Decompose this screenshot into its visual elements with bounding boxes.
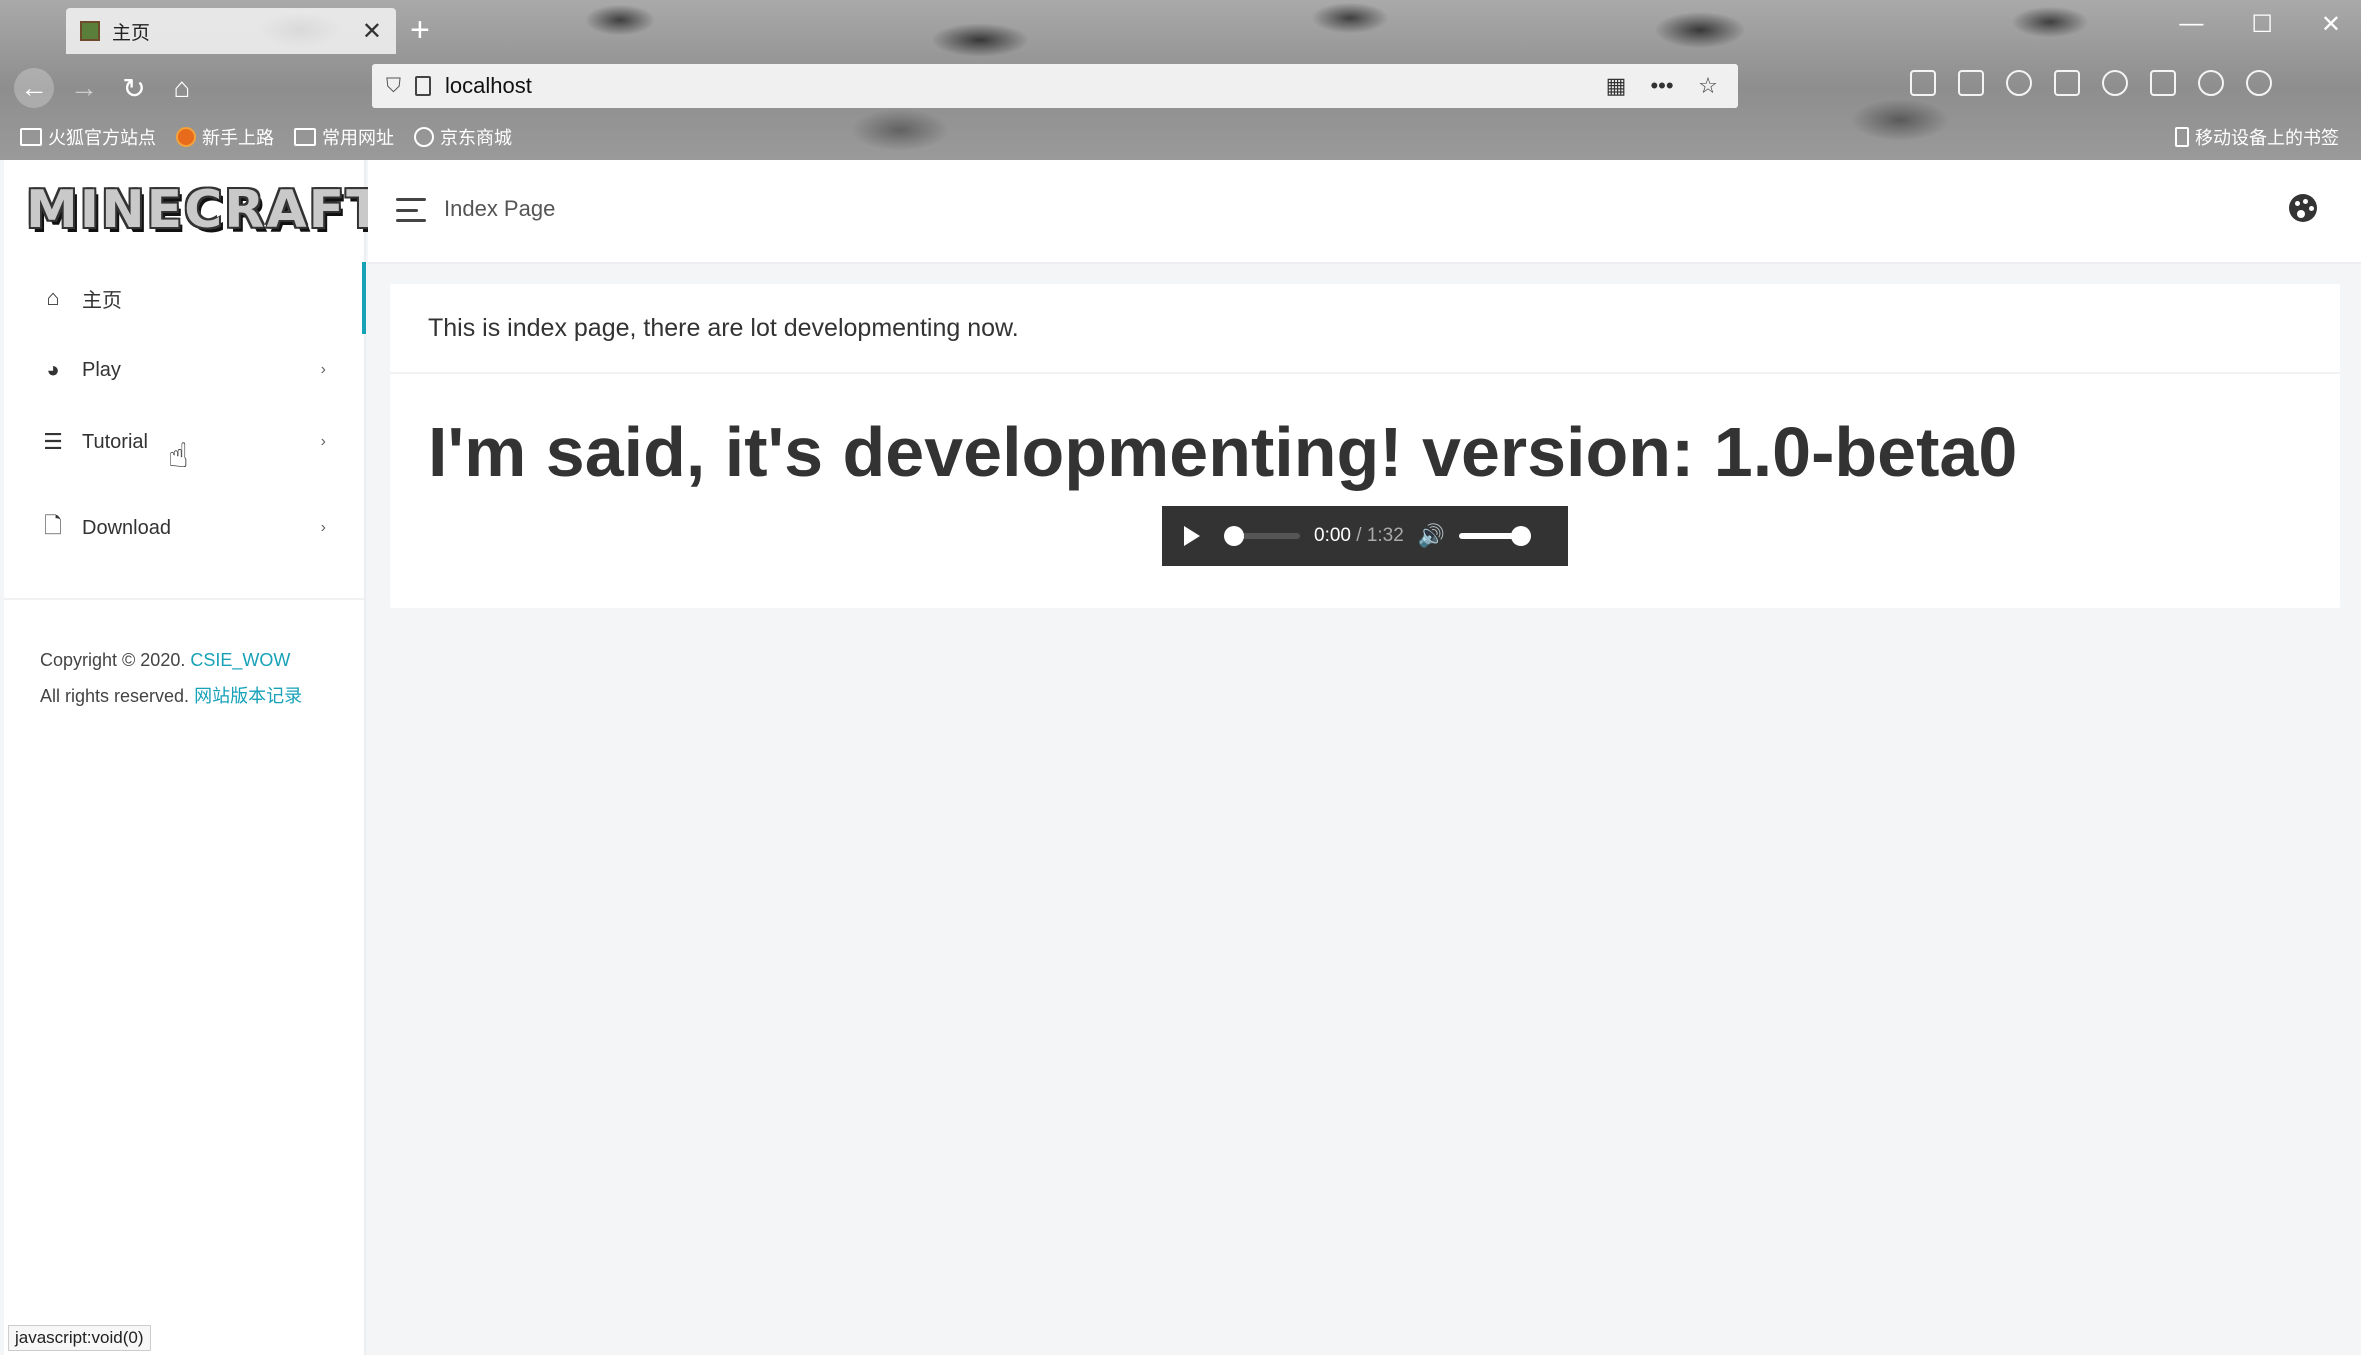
new-tab-button[interactable]: + (410, 12, 430, 48)
close-tab-icon[interactable]: ✕ (362, 17, 382, 46)
more-actions-icon[interactable]: ••• (1646, 73, 1678, 99)
folder-icon (294, 128, 316, 146)
sidebar-item-play[interactable]: ◕ Play › (4, 334, 366, 406)
status-bar: javascript:void(0) (8, 1325, 151, 1351)
settings-icon[interactable] (2246, 70, 2272, 96)
sync-icon[interactable] (2102, 70, 2128, 96)
sidebar: MINECRAFT ⌂ 主页 ◕ Play › ☰ Tutorial › 🗋 D… (4, 160, 382, 1355)
sidebar-item-label: Play (82, 358, 121, 381)
account-icon[interactable] (2006, 70, 2032, 96)
forward-button[interactable]: → (64, 68, 104, 108)
version-history-link[interactable]: 网站版本记录 (194, 686, 302, 706)
home-icon: ⌂ (46, 285, 60, 310)
chevron-right-icon: › (320, 519, 326, 536)
sidebar-item-label: Download (82, 516, 171, 539)
translate-icon[interactable] (2198, 70, 2224, 96)
qr-code-icon[interactable]: ▦ (1600, 73, 1632, 99)
time-separator: / (1356, 525, 1362, 546)
rights-text: All rights reserved. (40, 686, 190, 706)
screenshot-icon[interactable] (2150, 70, 2176, 96)
library-icon[interactable] (1910, 70, 1936, 96)
home-button[interactable]: ⌂ (162, 68, 202, 108)
volume-knob[interactable] (1511, 526, 1532, 546)
author-link[interactable]: CSIE_WOW (190, 650, 290, 670)
page-headline: I'm said, it's developmenting! version: … (428, 413, 2018, 491)
bookmark-item[interactable]: 火狐官方站点 (20, 124, 156, 150)
close-window-button[interactable]: ✕ (2321, 10, 2341, 39)
sidebar-item-download[interactable]: 🗋 Download › (4, 492, 366, 564)
firefox-icon (176, 127, 196, 147)
shield-icon[interactable]: ⛉ (386, 75, 401, 98)
reload-button[interactable]: ↻ (114, 68, 154, 108)
file-icon: 🗋 (44, 513, 62, 538)
sidebar-item-label: 主页 (82, 289, 122, 312)
minecraft-logo[interactable]: MINECRAFT (26, 180, 382, 240)
sidebar-menu: ⌂ 主页 ◕ Play › ☰ Tutorial › 🗋 Download › (4, 262, 366, 564)
current-time: 0:00 (1314, 525, 1351, 546)
toolbar-extensions: ☰ (1910, 70, 2272, 197)
copyright-text: Copyright © 2020. (40, 650, 186, 670)
volume-slider[interactable] (1459, 526, 1532, 546)
extension-icon[interactable] (2054, 70, 2080, 96)
time-display: 0:00 / 1:32 (1314, 525, 1404, 547)
bookmark-item[interactable]: 京东商城 (414, 124, 512, 150)
play-icon[interactable] (1184, 526, 1200, 546)
tab-title: 主页 (112, 22, 151, 44)
mobile-icon (2175, 127, 2189, 147)
address-bar[interactable]: ⛉ localhost ▦ ••• ☆ (372, 64, 1738, 108)
volume-icon[interactable]: 🔊 (1418, 523, 1445, 549)
theme-palette-icon[interactable] (2289, 194, 2317, 222)
card-header: This is index page, there are lot develo… (390, 284, 2340, 374)
menu-toggle-icon[interactable] (396, 198, 426, 222)
list-icon: ☰ (43, 429, 63, 454)
sidebar-toggle-icon[interactable] (1958, 70, 1984, 96)
mobile-bookmarks[interactable]: 移动设备上的书签 (2175, 124, 2339, 150)
maximize-button[interactable]: ☐ (2251, 10, 2273, 39)
content-card: This is index page, there are lot develo… (390, 284, 2340, 608)
breadcrumb: Index Page (444, 196, 556, 221)
window-controls: — ☐ ✕ (2179, 10, 2341, 39)
bookmark-item[interactable]: 新手上路 (176, 124, 274, 150)
copyright: Copyright © 2020. CSIE_WOW All rights re… (40, 642, 302, 714)
minimize-button[interactable]: — (2179, 10, 2203, 39)
bookmark-star-icon[interactable]: ☆ (1692, 73, 1724, 99)
hand-cursor-icon: ☝ (168, 437, 189, 475)
sidebar-divider (4, 598, 364, 600)
palette-icon: ◕ (46, 357, 60, 382)
page-icon (415, 76, 431, 96)
seek-slider[interactable] (1224, 526, 1300, 546)
bookmarks-bar: 火狐官方站点 新手上路 常用网址 京东商城 (20, 124, 512, 150)
audio-player: 0:00 / 1:32 🔊 (1162, 506, 1568, 566)
chevron-right-icon: › (320, 433, 326, 450)
page: MINECRAFT ⌂ 主页 ◕ Play › ☰ Tutorial › 🗋 D… (4, 160, 2361, 1355)
sidebar-item-label: Tutorial (82, 430, 148, 453)
top-bar: Index Page (368, 160, 2361, 264)
minecraft-favicon-icon (80, 21, 100, 41)
browser-tab[interactable]: 主页 ✕ (66, 8, 396, 54)
sidebar-item-home[interactable]: ⌂ 主页 (4, 262, 366, 334)
back-button[interactable]: ← (14, 68, 54, 108)
browser-chrome: 主页 ✕ + — ☐ ✕ ← → ↻ ⌂ ⛉ localhost ▦ ••• ☆… (0, 0, 2361, 197)
seek-knob[interactable] (1224, 526, 1244, 546)
duration: 1:32 (1366, 525, 1404, 546)
globe-icon (414, 127, 434, 147)
folder-icon (20, 128, 42, 146)
bookmark-item[interactable]: 常用网址 (294, 124, 394, 150)
chevron-right-icon: › (320, 361, 326, 378)
url-text[interactable]: localhost (445, 73, 1586, 99)
